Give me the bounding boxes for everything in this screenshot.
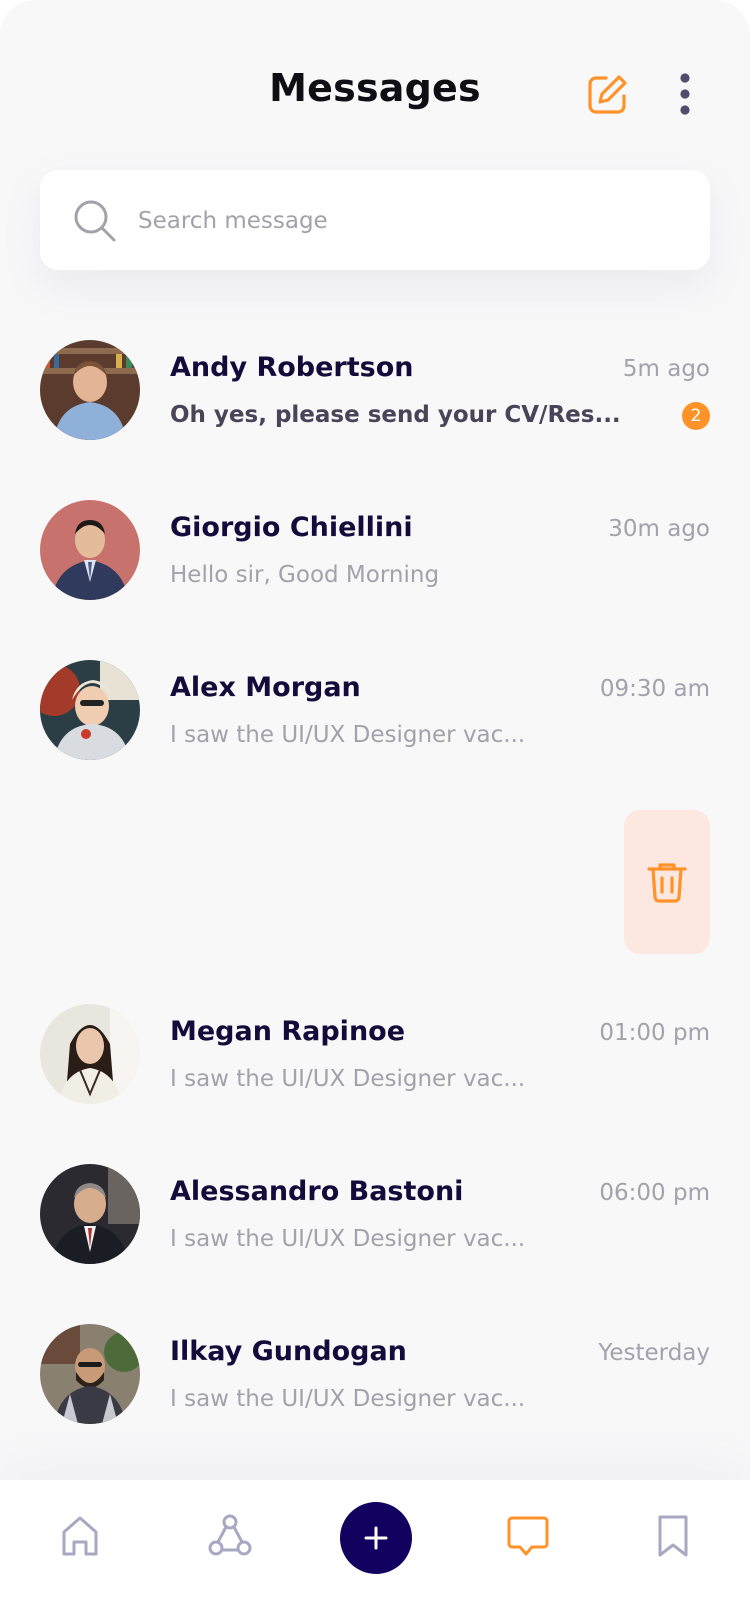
avatar [40,1004,140,1104]
contact-name: Megan Rapinoe [170,1016,406,1047]
message-preview: I saw the UI/UX Designer vac... [170,1386,526,1412]
avatar [40,1324,140,1424]
contact-name: Ilkay Gundogan [170,1336,407,1367]
delete-conversation-button[interactable] [624,810,710,954]
more-options-button[interactable] [668,72,702,116]
message-time: 01:00 pm [599,1020,710,1046]
compose-button[interactable] [586,72,630,116]
conversation-item[interactable]: Alessandro Bastoni 06:00 pm I saw the UI… [0,1164,750,1304]
nav-messages[interactable] [486,1480,566,1624]
message-preview: Oh yes, please send your CV/Res... [170,402,621,428]
trash-icon [647,863,687,903]
message-time: 30m ago [608,516,710,542]
network-icon [208,1514,252,1556]
conversation-item[interactable]: Giorgio Chiellini 30m ago Hello sir, Goo… [0,500,750,640]
page-title: Messages [269,66,481,110]
bottom-navigation [0,1480,750,1624]
message-preview: Hello sir, Good Morning [170,562,440,588]
contact-name: Alessandro Bastoni [170,1176,464,1207]
message-time: 06:00 pm [599,1180,710,1206]
conversation-item[interactable]: Alex Morgan 09:30 am I saw the UI/UX Des… [0,660,750,800]
home-icon [62,1516,98,1556]
search-input[interactable] [136,170,680,272]
message-preview: I saw the UI/UX Designer vac... [170,722,526,748]
bookmark-icon [658,1515,688,1557]
nav-home[interactable] [40,1480,120,1624]
contact-name: Giorgio Chiellini [170,512,413,543]
more-vertical-icon [680,73,690,115]
avatar [40,340,140,440]
contact-name: Alex Morgan [170,672,361,703]
message-preview: I saw the UI/UX Designer vac... [170,1226,526,1252]
avatar [40,1164,140,1264]
avatar [40,500,140,600]
message-preview: I saw the UI/UX Designer vac... [170,1066,526,1092]
search-bar[interactable] [40,170,710,272]
message-time: 09:30 am [599,676,710,702]
plus-icon [364,1526,388,1550]
edit-icon [588,75,627,114]
avatar [40,660,140,760]
nav-connections[interactable] [188,1480,268,1624]
messages-screen: Messages Search message Andy Robertson 5… [0,0,750,1624]
message-time: Yesterday [598,1340,710,1366]
conversation-item[interactable]: Ilkay Gundogan Yesterday I saw the UI/UX… [0,1324,750,1464]
new-post-button[interactable] [340,1502,412,1574]
contact-name: Andy Robertson [170,352,414,383]
chat-icon [507,1516,549,1556]
message-time: 5m ago [622,356,710,382]
conversation-item[interactable]: Andy Robertson 5m ago Oh yes, please sen… [0,340,750,480]
conversation-item[interactable]: Megan Rapinoe 01:00 pm I saw the UI/UX D… [0,1004,750,1144]
nav-saved[interactable] [633,1480,713,1624]
unread-count-badge: 2 [682,402,710,430]
search-icon [74,200,116,242]
